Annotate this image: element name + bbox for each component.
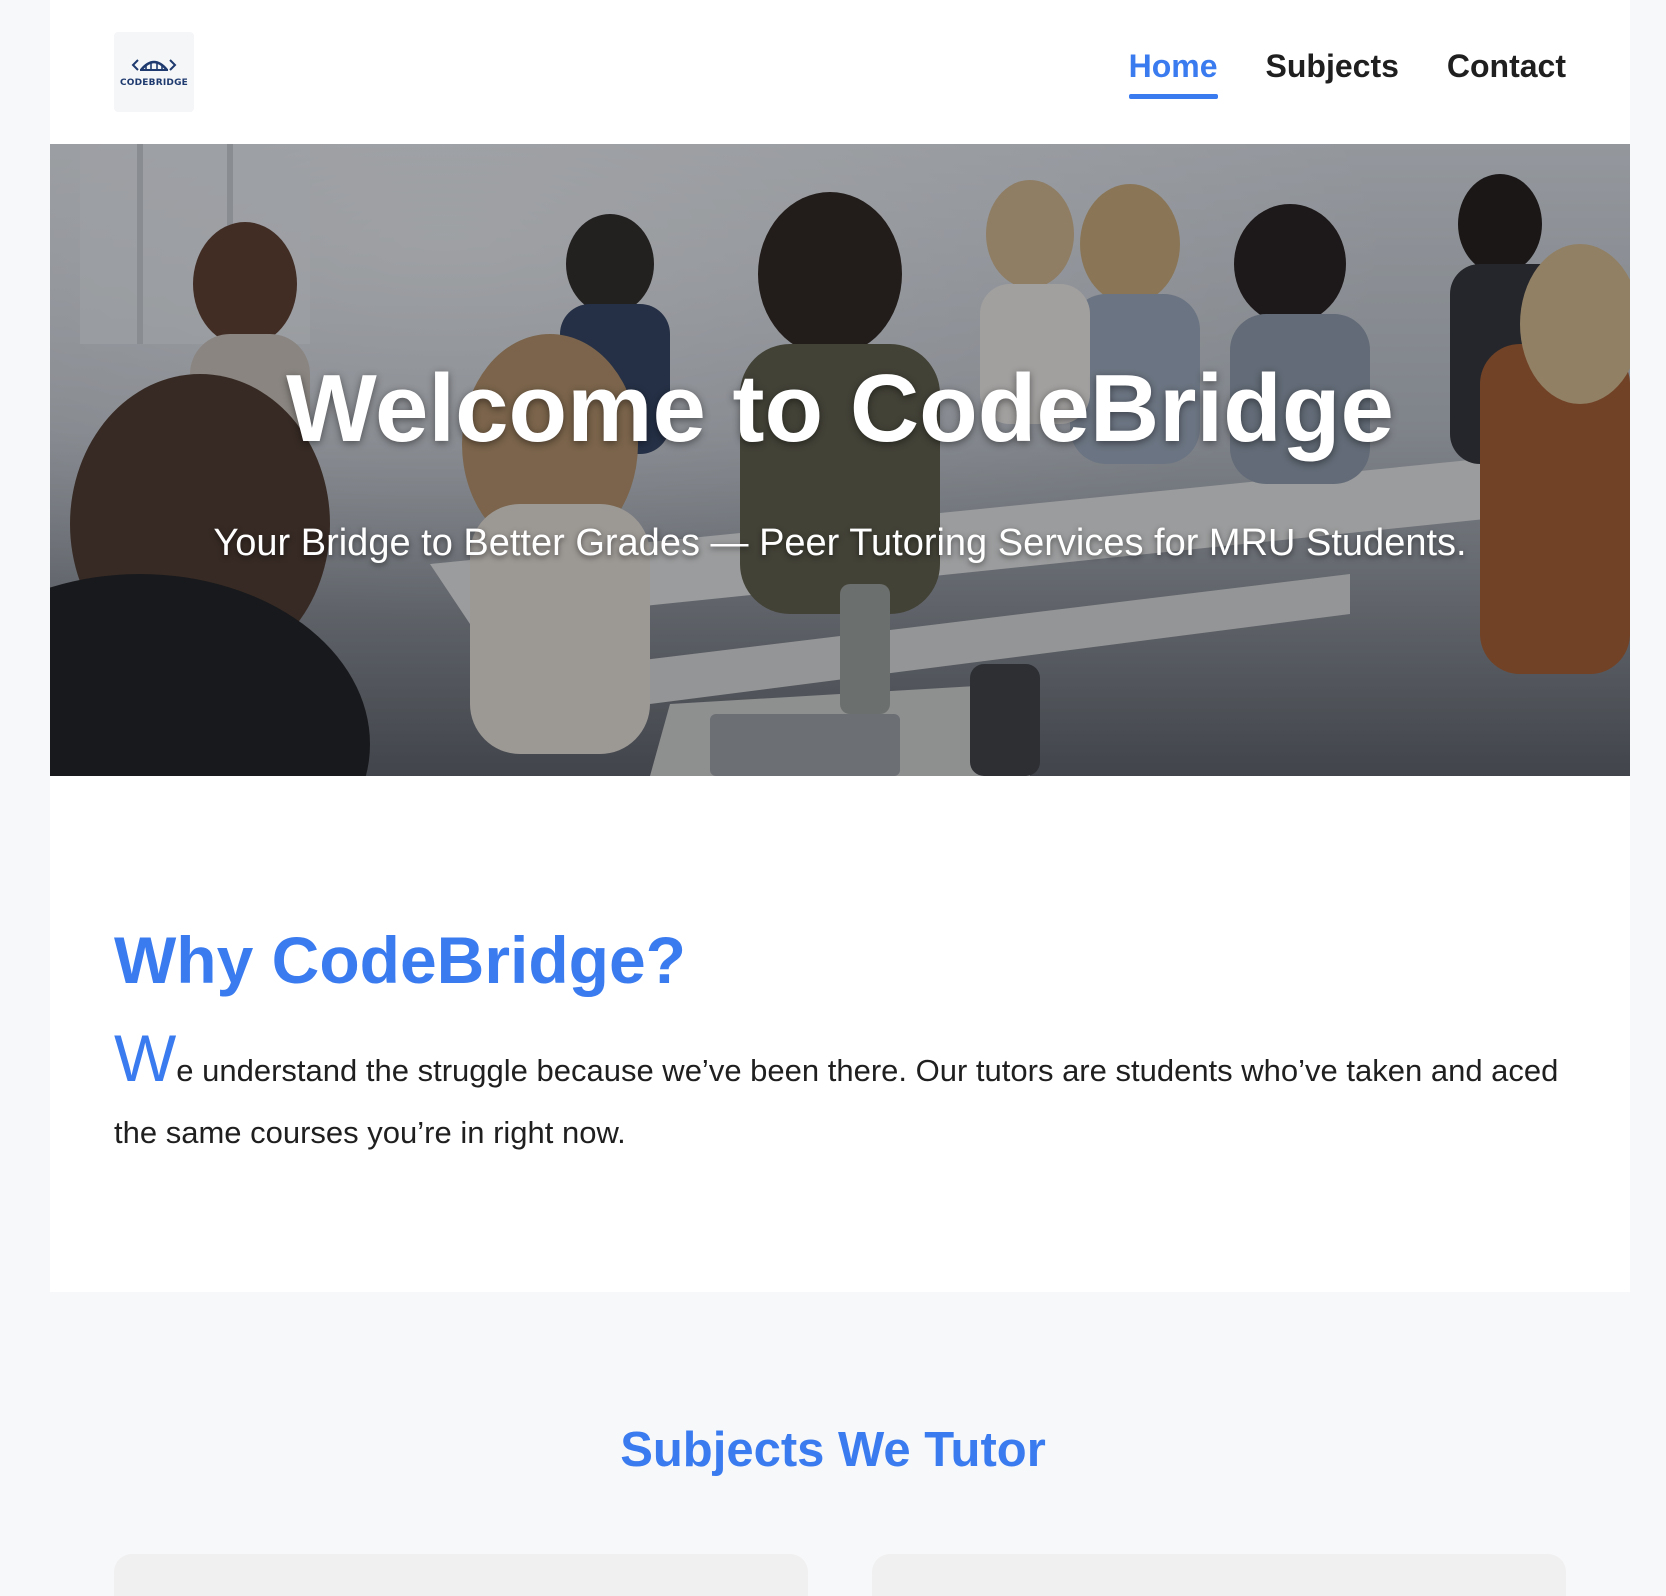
subject-card[interactable] [114,1554,808,1596]
logo-text: CODEBRIDGE [119,78,189,88]
main-frame: CODEBRIDGE Home Subjects Contact Welcome… [50,0,1630,1292]
why-title: Why CodeBridge? [114,923,686,997]
main-nav: Home Subjects Contact [1128,48,1566,99]
hero-title: Welcome to CodeBridge [286,355,1394,462]
why-section: Why CodeBridge? We understand the strugg… [50,776,1630,1292]
hero-banner: Welcome to CodeBridge Your Bridge to Bet… [50,144,1630,776]
site-header: CODEBRIDGE Home Subjects Contact [50,0,1630,144]
page: CODEBRIDGE Home Subjects Contact Welcome… [0,0,1666,1596]
subjects-title: Subjects We Tutor [620,1423,1046,1477]
subject-card[interactable] [872,1554,1566,1596]
dropcap-letter: W [114,1021,177,1095]
hero-subtitle: Your Bridge to Better Grades — Peer Tuto… [213,522,1467,564]
subject-cards [114,1554,1566,1596]
subjects-section: Subjects We Tutor [0,1286,1666,1596]
codebridge-logo[interactable]: CODEBRIDGE [114,32,194,112]
nav-contact[interactable]: Contact [1447,48,1566,91]
hero-content: Welcome to CodeBridge Your Bridge to Bet… [50,144,1630,776]
nav-subjects[interactable]: Subjects [1266,48,1399,91]
nav-home[interactable]: Home [1128,48,1218,99]
why-text: e understand the struggle because we’ve … [114,1053,1559,1150]
why-paragraph: We understand the struggle because we’ve… [114,1025,1566,1164]
bridge-icon [131,59,177,71]
